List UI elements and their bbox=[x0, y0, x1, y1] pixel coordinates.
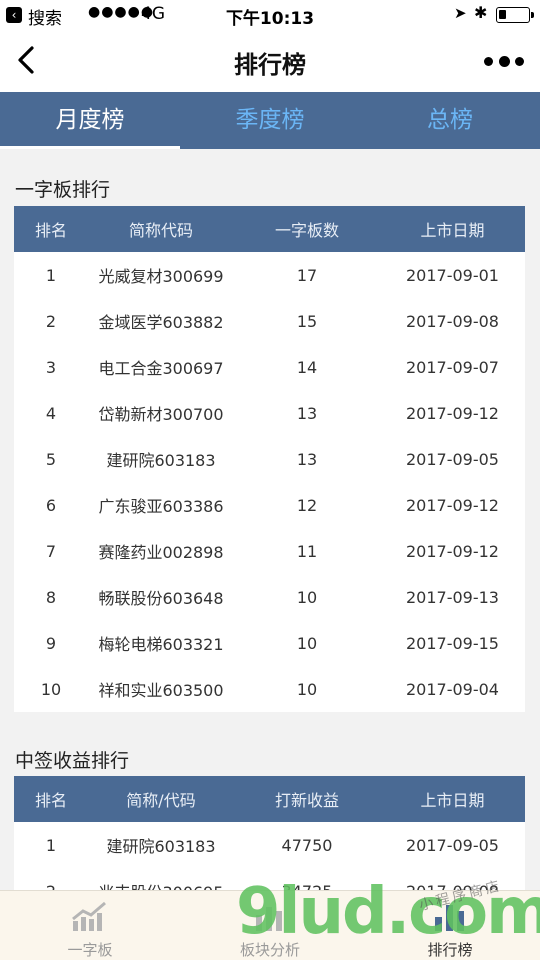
table-row[interactable]: 6 广东骏亚603386 12 2017-09-12 bbox=[14, 482, 525, 528]
cell-listing-date: 2017-09-15 bbox=[406, 633, 499, 653]
table-row[interactable]: 1 光威复材300699 17 2017-09-01 bbox=[14, 252, 525, 298]
column-header-rank: 排名 bbox=[34, 221, 67, 240]
cell-rank: 9 bbox=[45, 633, 57, 653]
page-title: 排行榜 bbox=[234, 51, 306, 79]
cell-rank: 5 bbox=[45, 449, 57, 469]
table-row[interactable]: 9 梅轮电梯603321 10 2017-09-15 bbox=[14, 620, 525, 666]
cell-listing-date: 2017-09-13 bbox=[406, 587, 499, 607]
table-row[interactable]: 3 电工合金300697 14 2017-09-07 bbox=[14, 344, 525, 390]
ipo-profit-ranking-title: 中签收益排行 bbox=[15, 750, 130, 772]
cell-name-code: 赛隆药业002898 bbox=[98, 543, 224, 562]
bluetooth-icon: ✱ bbox=[474, 3, 488, 22]
cell-rank: 3 bbox=[45, 357, 57, 377]
table-row[interactable]: 4 岱勒新材300700 13 2017-09-12 bbox=[14, 390, 525, 436]
nav-bar: 排行榜 bbox=[0, 30, 540, 92]
column-header-name-code: 简称/代码 bbox=[126, 791, 196, 810]
tab-overall[interactable]: 总榜 bbox=[360, 92, 540, 149]
bottom-tab-ranking[interactable]: 排行榜 bbox=[360, 891, 540, 960]
cell-listing-date: 2017-09-01 bbox=[406, 265, 499, 285]
cell-listing-date: 2017-09-08 bbox=[406, 311, 499, 331]
analysis-icon bbox=[250, 899, 290, 935]
column-header-listing-date: 上市日期 bbox=[420, 221, 485, 240]
table-row[interactable]: 1 建研院603183 47750 2017-09-05 bbox=[14, 822, 525, 868]
bottom-tab-label: 一字板 bbox=[67, 941, 113, 959]
cell-value: 13 bbox=[296, 449, 318, 469]
cell-rank: 10 bbox=[40, 679, 62, 699]
location-icon: ➤ bbox=[454, 4, 467, 22]
cell-name-code: 畅联股份603648 bbox=[98, 589, 224, 608]
cell-listing-date: 2017-09-12 bbox=[406, 541, 499, 561]
table-header: 排名 简称代码 一字板数 上市日期 bbox=[14, 206, 525, 252]
limit-up-ranking-title: 一字板排行 bbox=[15, 179, 111, 201]
cell-rank: 7 bbox=[45, 541, 57, 561]
battery-level bbox=[499, 10, 506, 19]
bottom-tab-limit-up[interactable]: 一字板 bbox=[0, 891, 180, 960]
cell-value: 10 bbox=[296, 587, 318, 607]
cell-name-code: 金域医学603882 bbox=[98, 313, 224, 332]
cell-listing-date: 2017-09-07 bbox=[406, 357, 499, 377]
table-row[interactable]: 5 建研院603183 13 2017-09-05 bbox=[14, 436, 525, 482]
battery-icon bbox=[496, 7, 534, 23]
cell-name-code: 祥和实业603500 bbox=[98, 681, 224, 700]
limit-up-ranking-table: 排名 简称代码 一字板数 上市日期 1 光威复材300699 17 2017-09-0… bbox=[14, 206, 525, 712]
table-row[interactable]: 8 畅联股份603648 10 2017-09-13 bbox=[14, 574, 525, 620]
cell-listing-date: 2017-09-05 bbox=[406, 835, 499, 855]
bottom-tab-label: 板块分析 bbox=[239, 941, 300, 959]
bottom-tab-bar: 一字板 板块分析 排行榜 bbox=[0, 890, 540, 960]
bottom-tab-label: 排行榜 bbox=[427, 941, 473, 959]
bar-chart-icon bbox=[430, 899, 470, 935]
column-header-listing-date: 上市日期 bbox=[420, 791, 485, 810]
cell-name-code: 建研院603183 bbox=[106, 837, 216, 856]
cell-value: 12 bbox=[296, 495, 318, 515]
cell-rank: 8 bbox=[45, 587, 57, 607]
cell-name-code: 梅轮电梯603321 bbox=[98, 635, 224, 654]
cell-rank: 4 bbox=[45, 403, 57, 423]
column-header-ipo-profit: 打新收益 bbox=[274, 791, 339, 810]
cell-value: 14 bbox=[296, 357, 318, 377]
cell-value: 15 bbox=[296, 311, 318, 331]
cell-listing-date: 2017-09-04 bbox=[406, 679, 499, 699]
cell-name-code: 广东骏亚603386 bbox=[98, 497, 224, 516]
cell-listing-date: 2017-09-12 bbox=[406, 403, 499, 423]
chart-trend-icon bbox=[70, 899, 110, 935]
table-row[interactable]: 2 金域医学603882 15 2017-09-08 bbox=[14, 298, 525, 344]
cell-rank: 1 bbox=[45, 265, 57, 285]
tab-quarterly[interactable]: 季度榜 bbox=[180, 92, 360, 149]
cell-value: 17 bbox=[296, 265, 318, 285]
table-row[interactable]: 7 赛隆药业002898 11 2017-09-12 bbox=[14, 528, 525, 574]
cell-listing-date: 2017-09-05 bbox=[406, 449, 499, 469]
cell-name-code: 电工合金300697 bbox=[98, 359, 224, 378]
status-bar: ‹ 搜索 ●●●●● 4G 下午10:13 ➤ ✱ bbox=[0, 0, 540, 30]
cell-listing-date: 2017-09-12 bbox=[406, 495, 499, 515]
table-row[interactable]: 10 祥和实业603500 10 2017-09-04 bbox=[14, 666, 525, 712]
cell-value: 47750 bbox=[281, 835, 333, 855]
column-header-limit-up-count: 一字板数 bbox=[274, 221, 339, 240]
table-header: 排名 简称/代码 打新收益 上市日期 bbox=[14, 776, 525, 822]
cell-value: 13 bbox=[296, 403, 318, 423]
column-header-rank: 排名 bbox=[34, 791, 67, 810]
cell-rank: 2 bbox=[45, 311, 57, 331]
cell-value: 10 bbox=[296, 633, 318, 653]
bottom-tab-sector-analysis[interactable]: 板块分析 bbox=[180, 891, 360, 960]
cell-value: 10 bbox=[296, 679, 318, 699]
ranking-tabs: 月度榜 季度榜 总榜 bbox=[0, 92, 540, 149]
column-header-name-code: 简称代码 bbox=[128, 221, 193, 240]
tab-monthly[interactable]: 月度榜 bbox=[0, 92, 180, 149]
cell-name-code: 岱勒新材300700 bbox=[98, 405, 224, 424]
cell-name-code: 光威复材300699 bbox=[98, 267, 224, 286]
cell-rank: 1 bbox=[45, 835, 57, 855]
table-body: 1 光威复材300699 17 2017-09-01 2 金域医学603882 15 2017… bbox=[14, 252, 525, 712]
more-options-icon[interactable] bbox=[484, 46, 524, 76]
cell-name-code: 建研院603183 bbox=[106, 451, 216, 470]
cell-rank: 6 bbox=[45, 495, 57, 515]
cell-value: 11 bbox=[296, 541, 318, 561]
